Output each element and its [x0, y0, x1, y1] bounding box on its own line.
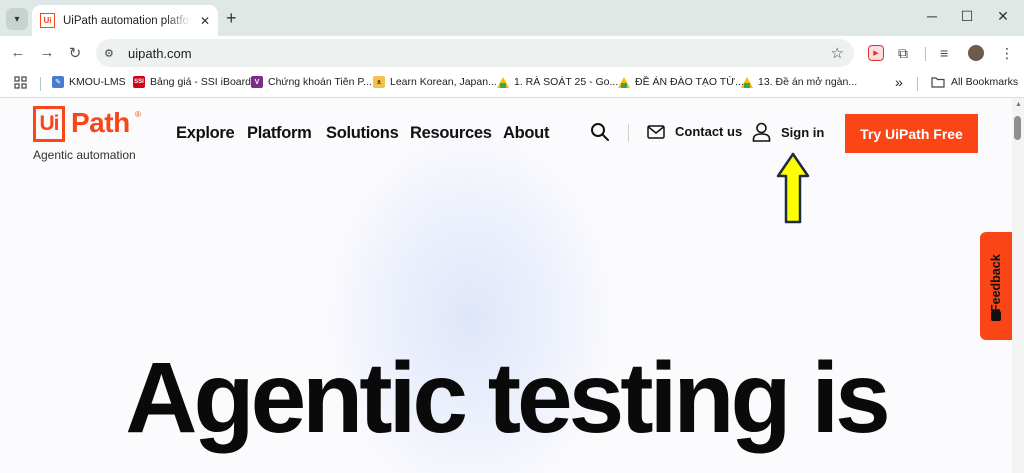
- feedback-icon: [991, 311, 1001, 321]
- bookmark-label: Learn Korean, Japan...: [390, 76, 497, 88]
- tab-title: UiPath automation platform: drive: [63, 14, 191, 27]
- reload-button[interactable]: ↻: [65, 44, 85, 62]
- header-divider: [628, 124, 629, 142]
- bookmark-item[interactable]: SSI Bảng giá - SSI iBoard: [133, 76, 251, 88]
- user-icon: [752, 122, 771, 142]
- nav-solutions[interactable]: Solutions: [326, 124, 399, 143]
- bookmark-item[interactable]: ᴥ Learn Korean, Japan...: [373, 76, 497, 88]
- bookmark-label: 13. Đề án mở ngàn...: [758, 76, 858, 88]
- bookmarks-bar: ✎ KMOU-LMS SSI Bảng giá - SSI iBoard V C…: [0, 70, 1024, 98]
- new-tab-button[interactable]: +: [226, 8, 237, 28]
- all-bookmarks-label: All Bookmarks: [951, 76, 1019, 88]
- bookmarks-divider: [917, 77, 918, 91]
- scroll-up-icon[interactable]: ▲: [1015, 101, 1022, 108]
- drive-icon: [497, 76, 509, 88]
- back-button[interactable]: ←: [8, 44, 28, 61]
- v-logo-icon: V: [251, 76, 263, 88]
- bookmark-label: 1. RÀ SOÁT 25 - Go...: [514, 76, 619, 88]
- site-info-icon[interactable]: ⚙: [104, 47, 120, 60]
- address-bar[interactable]: ⚙ uipath.com ☆: [96, 39, 854, 67]
- hero-heading: Agentic testing is: [125, 342, 890, 454]
- drive-icon: [741, 76, 753, 88]
- try-uipath-free-button[interactable]: Try UiPath Free: [845, 114, 978, 153]
- mail-icon: [647, 124, 665, 139]
- bookmark-item[interactable]: ĐỀ ÁN ĐÀO TẠO TỪ...: [618, 76, 744, 88]
- sign-in-label: Sign in: [781, 124, 825, 140]
- annotation-arrow-icon: [776, 152, 810, 224]
- bookmarks-overflow-button[interactable]: »: [895, 74, 903, 90]
- bookmark-item[interactable]: V Chứng khoán Tiên P...: [251, 76, 372, 88]
- cat-icon: ᴥ: [373, 76, 385, 88]
- uipath-logo-text[interactable]: Path: [71, 107, 130, 139]
- tab-search-button[interactable]: ▾: [6, 8, 28, 30]
- extensions-puzzle-icon[interactable]: ⧉: [898, 45, 908, 62]
- maximize-button[interactable]: ☐: [957, 8, 977, 25]
- profile-avatar[interactable]: [968, 45, 984, 61]
- bookmark-item[interactable]: 13. Đề án mở ngàn...: [741, 76, 857, 88]
- doc-icon: ✎: [52, 76, 64, 88]
- minimize-button[interactable]: ─: [922, 8, 942, 24]
- window-close-button[interactable]: ✕: [993, 8, 1013, 25]
- contact-us-label: Contact us: [675, 124, 743, 139]
- browser-tab-bar: ▾ Ui UiPath automation platform: drive ✕…: [0, 0, 1024, 36]
- bookmarks-divider: [40, 77, 41, 91]
- nav-explore[interactable]: Explore: [176, 124, 235, 143]
- feedback-label: Feedback: [989, 254, 1003, 312]
- forward-button[interactable]: →: [37, 44, 57, 61]
- nav-resources[interactable]: Resources: [410, 124, 492, 143]
- sign-in-link[interactable]: Sign in: [752, 122, 824, 142]
- uipath-homepage: Ui Path ® Agentic automation Explore Pla…: [0, 98, 1012, 473]
- contact-us-link[interactable]: Contact us: [647, 124, 742, 139]
- bookmark-label: KMOU-LMS: [69, 76, 126, 88]
- tab-close-icon[interactable]: ✕: [200, 14, 210, 28]
- url-text[interactable]: uipath.com: [128, 46, 192, 61]
- browser-menu-icon[interactable]: ⋮: [1000, 45, 1014, 62]
- media-control-icon[interactable]: ≡: [940, 45, 948, 61]
- toolbar-divider: [925, 47, 926, 61]
- uipath-logo-icon[interactable]: Ui: [33, 106, 65, 142]
- extension-red-icon[interactable]: ▶: [868, 45, 884, 61]
- nav-about[interactable]: About: [503, 124, 549, 143]
- bookmark-item[interactable]: 1. RÀ SOÁT 25 - Go...: [497, 76, 618, 88]
- feedback-tab[interactable]: Feedback: [980, 232, 1012, 340]
- search-icon[interactable]: [590, 122, 610, 142]
- bookmark-label: Chứng khoán Tiên P...: [268, 76, 372, 88]
- registered-mark: ®: [135, 110, 141, 119]
- drive-icon: [618, 76, 630, 88]
- ssi-icon: SSI: [133, 76, 145, 88]
- page-scrollbar[interactable]: [1012, 98, 1024, 473]
- bookmark-label: ĐỀ ÁN ĐÀO TẠO TỪ...: [635, 76, 744, 88]
- folder-icon: [931, 77, 945, 88]
- uipath-favicon-icon: Ui: [40, 13, 55, 28]
- logo-tagline: Agentic automation: [33, 148, 136, 162]
- bookmark-star-icon[interactable]: ☆: [831, 44, 844, 62]
- browser-toolbar: ← → ↻ ⚙ uipath.com ☆ ▶ ⧉ ≡ ⋮: [0, 36, 1024, 70]
- nav-platform[interactable]: Platform: [247, 124, 312, 143]
- bookmark-item[interactable]: ✎ KMOU-LMS: [52, 76, 126, 88]
- bookmark-label: Bảng giá - SSI iBoard: [150, 76, 251, 88]
- all-bookmarks-button[interactable]: All Bookmarks: [931, 76, 1018, 88]
- scrollbar-thumb[interactable]: [1014, 116, 1021, 140]
- browser-tab[interactable]: Ui UiPath automation platform: drive ✕: [32, 5, 218, 36]
- apps-grid-icon[interactable]: [14, 76, 27, 89]
